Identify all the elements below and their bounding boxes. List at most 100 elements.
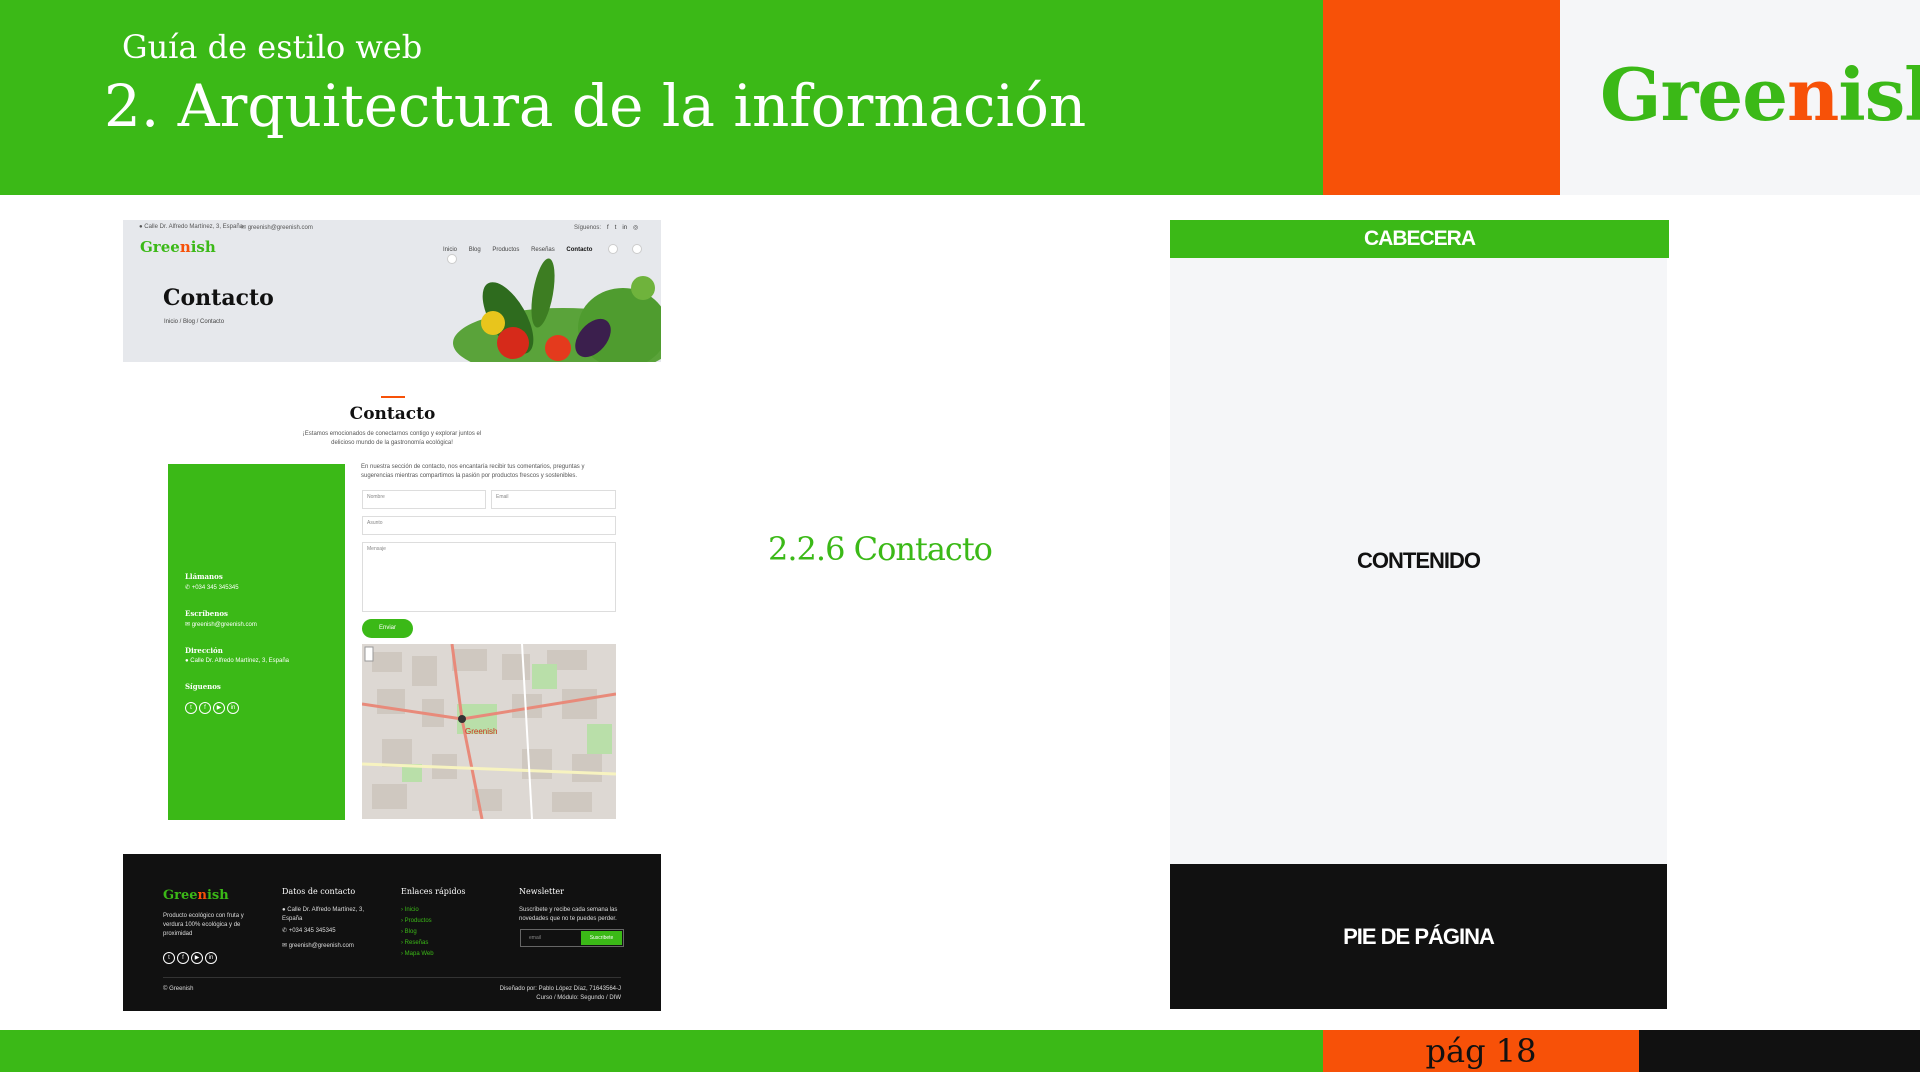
location-pin-icon: ● <box>282 907 286 913</box>
phone-icon: ✆ <box>185 585 191 591</box>
topbar-address: ● Calle Dr. Alfredo Martínez, 3, España <box>139 224 243 230</box>
message-field[interactable]: Mensaje <box>362 542 616 612</box>
youtube-icon[interactable]: ▶ <box>213 702 225 714</box>
footer-copyright: © Greenish <box>163 986 194 992</box>
linkedin-icon[interactable]: in <box>622 225 627 231</box>
footer-logo[interactable]: Greenish <box>163 888 229 903</box>
newsletter-heading: Newsletter <box>519 887 564 896</box>
facebook-icon[interactable]: f <box>177 952 189 964</box>
write-label: Escríbenos <box>185 609 228 618</box>
footer-about: Producto ecológico con fruta y verdura 1… <box>163 913 244 937</box>
address-value-text: Calle Dr. Alfredo Martínez, 3, España <box>190 658 290 664</box>
write-value[interactable]: ✉ greenish@greenish.com <box>185 621 257 628</box>
location-pin-icon: ● <box>185 658 189 664</box>
topbar-address-text: Calle Dr. Alfredo Martínez, 3, España <box>144 224 244 230</box>
mockup-logo-part2: n <box>179 238 191 256</box>
mail-icon: ✉ <box>241 225 247 231</box>
form-intro: En nuestra sección de contacto, nos enca… <box>361 464 585 479</box>
footer-contact-phone-text: +034 345 345345 <box>288 928 336 934</box>
footer-link-resenas[interactable]: › Reseñas <box>401 938 434 949</box>
mockup-hero-title: Contacto <box>163 285 274 311</box>
brand-logo-part2: n <box>1787 52 1839 137</box>
footer-link-productos[interactable]: › Productos <box>401 916 434 927</box>
footer-contact-email[interactable]: ✉ greenish@greenish.com <box>282 942 354 951</box>
topbar-email: ✉ greenish@greenish.com <box>241 224 313 231</box>
page-title: 2. Arquitectura de la información <box>104 72 1087 140</box>
linkedin-icon[interactable]: in <box>227 702 239 714</box>
mail-icon: ✉ <box>282 943 288 949</box>
footer-logo-part2: n <box>197 888 207 903</box>
map-marker-label: Greenish <box>465 727 497 736</box>
twitter-icon[interactable]: t <box>615 225 617 231</box>
footer-link-mapa-web-text: Mapa Web <box>404 951 434 957</box>
footer-contact-phone[interactable]: ✆ +034 345 345345 <box>282 927 336 936</box>
footer-credits-line1: Diseñado por: Pablo López Díaz, 71643564… <box>499 986 621 992</box>
footer-link-resenas-text: Reseñas <box>404 940 429 946</box>
newsletter-text: Suscríbete y recibe cada semana las nove… <box>519 907 618 922</box>
footer-divider <box>163 977 621 978</box>
footer-logo-part3: ish <box>206 888 229 903</box>
section-title: Contacto <box>349 404 436 424</box>
contact-info-panel: Llámanos ✆ +034 345 345345 Escríbenos ✉ … <box>168 464 345 820</box>
footer-band-black <box>1639 1030 1920 1072</box>
footer-links: › Inicio › Productos › Blog › Reseñas › … <box>401 905 434 960</box>
mockup-logo-part1: Gree <box>140 238 180 256</box>
mockup-logo[interactable]: Greenish <box>140 238 216 256</box>
brand-logo: Greenish <box>1600 52 1920 137</box>
phone-icon: ✆ <box>282 928 288 934</box>
header-band-orange <box>1323 0 1560 195</box>
subscribe-button[interactable]: Suscribete <box>581 931 622 945</box>
footer-band-green <box>0 1030 1323 1072</box>
email-field[interactable]: Email <box>491 490 616 509</box>
section-label: 2.2.6 Contacto <box>768 530 993 568</box>
footer-contact-address: ● Calle Dr. Alfredo Martínez, 3, España <box>282 906 377 924</box>
call-value-text: +034 345 345345 <box>191 585 239 591</box>
footer-link-inicio-text: Inicio <box>404 907 419 913</box>
footer-contact-address-text: Calle Dr. Alfredo Martínez, 3, España <box>282 907 364 922</box>
follow-label: Síguenos <box>185 682 221 691</box>
location-map[interactable]: Greenish <box>362 644 616 819</box>
address-value: ● Calle Dr. Alfredo Martínez, 3, España <box>185 658 289 664</box>
newsletter-email-placeholder: email <box>529 935 541 941</box>
wireframe-footer: PIE DE PÁGINA <box>1170 864 1667 1009</box>
footer-contact-heading: Datos de contacto <box>282 887 356 896</box>
section-accent-line <box>381 396 405 398</box>
footer-link-inicio[interactable]: › Inicio <box>401 905 434 916</box>
instagram-icon[interactable]: ◎ <box>633 224 638 231</box>
facebook-icon[interactable]: f <box>607 225 609 231</box>
linkedin-icon[interactable]: in <box>205 952 217 964</box>
subject-field[interactable]: Asunto <box>362 516 616 535</box>
footer-credits-line2: Curso / Módulo: Segundo / DIW <box>536 995 621 1001</box>
brand-logo-part1: Gree <box>1600 52 1788 137</box>
write-value-text: greenish@greenish.com <box>191 622 257 628</box>
location-pin-icon: ● <box>139 224 143 230</box>
footer-contact-email-text: greenish@greenish.com <box>288 943 354 949</box>
twitter-icon[interactable]: t <box>185 702 197 714</box>
page-subtitle: Guía de estilo web <box>122 28 423 66</box>
footer-link-blog-text: Blog <box>404 929 417 935</box>
social-icons: t f ▶ in <box>185 696 241 714</box>
facebook-icon[interactable]: f <box>199 702 211 714</box>
call-value[interactable]: ✆ +034 345 345345 <box>185 584 239 591</box>
youtube-icon[interactable]: ▶ <box>191 952 203 964</box>
footer-credits: Diseñado por: Pablo López Díaz, 71643564… <box>421 985 621 1003</box>
name-field[interactable]: Nombre <box>362 490 486 509</box>
brand-logo-part3: ish <box>1838 52 1920 137</box>
mail-icon: ✉ <box>185 622 191 628</box>
mockup-logo-part3: ish <box>190 238 216 256</box>
footer-link-blog[interactable]: › Blog <box>401 927 434 938</box>
wireframe-content: CONTENIDO <box>1170 258 1667 864</box>
mockup-hero-section: ● Calle Dr. Alfredo Martínez, 3, España … <box>123 220 661 362</box>
topbar-follow-label: Síguenos: <box>574 225 602 231</box>
send-button[interactable]: Enviar <box>362 619 413 638</box>
section-description: ¡Estamos emocionados de conectarnos cont… <box>302 431 482 446</box>
twitter-icon[interactable]: t <box>163 952 175 964</box>
footer-link-mapa-web[interactable]: › Mapa Web <box>401 949 434 960</box>
footer-social-icons: t f ▶ in <box>163 946 219 964</box>
footer-logo-part1: Gree <box>163 888 198 903</box>
wireframe-header: CABECERA <box>1170 220 1669 258</box>
breadcrumb: Inicio / Blog / Contacto <box>164 319 225 325</box>
page-number: pág 18 <box>1425 1032 1537 1070</box>
address-label: Dirección <box>185 646 223 655</box>
topbar-email-text: greenish@greenish.com <box>247 225 313 231</box>
